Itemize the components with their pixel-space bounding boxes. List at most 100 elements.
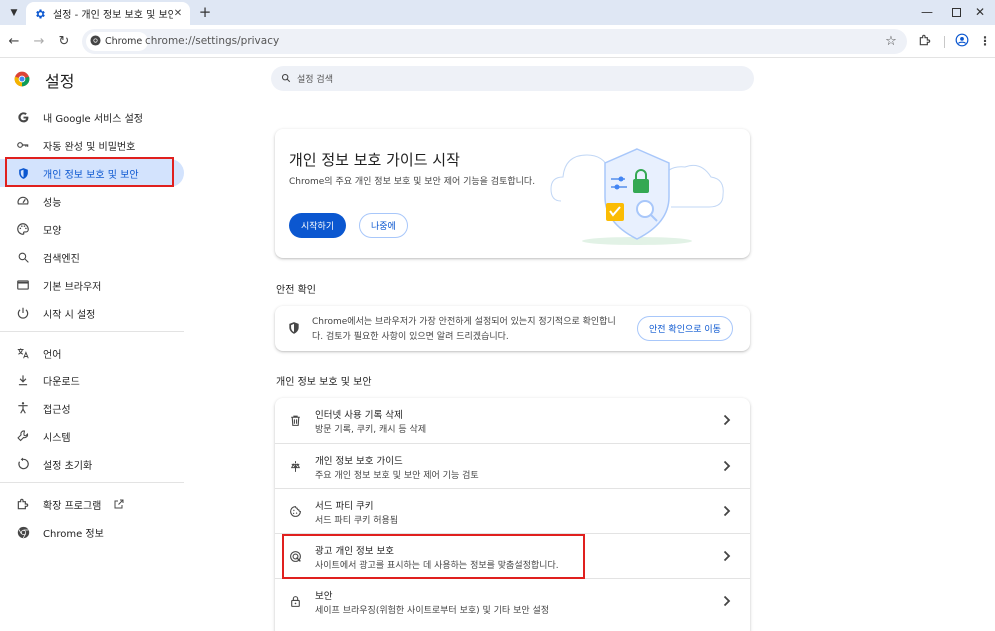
- toolbar-separator: [944, 36, 945, 48]
- speedometer-icon: [16, 194, 30, 208]
- sidebar-item-label: 내 Google 서비스 설정: [43, 113, 143, 125]
- sidebar-item-label: 기본 브라우저: [43, 281, 102, 293]
- translate-icon: [16, 346, 30, 360]
- sidebar-item-label: 검색엔진: [43, 253, 80, 265]
- browser-window-icon: [16, 278, 30, 292]
- profile-icon: [955, 33, 969, 50]
- sidebar-item-languages[interactable]: 언어: [0, 339, 184, 367]
- sidebar-item-extensions[interactable]: 확장 프로그램: [0, 490, 184, 518]
- menu-button[interactable]: ⋮: [979, 32, 991, 50]
- search-icon: [16, 250, 30, 264]
- privacy-security-heading: 개인 정보 보호 및 보안: [276, 377, 372, 388]
- open-external-icon: [113, 498, 125, 510]
- row-title: 보안: [315, 591, 333, 602]
- site-info-chip[interactable]: Chrome: [86, 32, 149, 51]
- privacy-security-card: 인터넷 사용 기록 삭제방문 기록, 쿠키, 캐시 등 삭제개인 정보 보호 가…: [275, 398, 750, 631]
- chrome-logo-icon: [14, 71, 30, 90]
- row-title: 개인 정보 보호 가이드: [315, 456, 403, 467]
- forward-button[interactable]: →: [30, 32, 48, 50]
- toolbar: ← → ↻ Chrome chrome://settings/privacy ☆…: [0, 25, 995, 58]
- tab-strip: ▼ 설정 - 개인 정보 보호 및 보안 ✕ + — ✕: [0, 0, 995, 25]
- palette-icon: [16, 222, 30, 236]
- power-icon: [16, 306, 30, 320]
- reset-icon: [16, 457, 30, 471]
- search-icon: [281, 72, 291, 86]
- minimize-button[interactable]: —: [911, 0, 943, 24]
- safety-check-button[interactable]: 안전 확인으로 이동: [637, 316, 733, 341]
- sidebar-item-autofill-passwords[interactable]: 자동 완성 및 비밀번호: [0, 131, 184, 159]
- bookmark-star-icon[interactable]: ☆: [883, 33, 899, 49]
- page-title: 설정: [45, 72, 75, 91]
- row-title: 서드 파티 쿠키: [315, 501, 374, 512]
- privacy-guide-illustration: [550, 148, 724, 245]
- sidebar-item-search-engine[interactable]: 검색엔진: [0, 243, 184, 271]
- safety-check-description: Chrome에서는 브라우저가 가장 안전하게 설정되어 있는지 정기적으로 확…: [312, 317, 616, 342]
- cookie-icon: [288, 504, 302, 518]
- sidebar-item-about-chrome[interactable]: Chrome 정보: [0, 518, 184, 546]
- sidebar-item-downloads[interactable]: 다운로드: [0, 366, 184, 394]
- highlight-box-ad-privacy: [282, 534, 585, 579]
- sidebar-item-google-services[interactable]: 내 Google 서비스 설정: [0, 103, 184, 131]
- row-third-party-cookies[interactable]: 서드 파티 쿠키서드 파티 쿠키 허용됨: [275, 488, 750, 533]
- sidebar-item-system[interactable]: 시스템: [0, 422, 184, 450]
- row-security[interactable]: 보안세이프 브라우징(위험한 사이트로부터 보호) 및 기타 보안 설정: [275, 578, 750, 623]
- safety-check-heading: 안전 확인: [276, 285, 316, 296]
- row-privacy-guide[interactable]: 개인 정보 보호 가이드주요 개인 정보 보호 및 보안 제어 기능 검토: [275, 443, 750, 488]
- sidebar-item-accessibility[interactable]: 접근성: [0, 394, 184, 422]
- close-icon[interactable]: ✕: [172, 7, 184, 19]
- accessibility-icon: [16, 401, 30, 415]
- maximize-icon: [951, 7, 961, 17]
- tab-settings[interactable]: 설정 - 개인 정보 보호 및 보안 ✕: [26, 2, 190, 25]
- sidebar-item-label: Chrome 정보: [43, 528, 104, 540]
- sidebar-divider: [0, 482, 184, 483]
- wrench-icon: [16, 429, 30, 443]
- settings-search[interactable]: 설정 검색: [271, 66, 754, 91]
- address-bar[interactable]: Chrome chrome://settings/privacy ☆: [82, 29, 907, 54]
- url-text[interactable]: chrome://settings/privacy: [145, 35, 279, 47]
- start-guide-button[interactable]: 시작하기: [289, 213, 347, 238]
- row-title: 인터넷 사용 기록 삭제: [315, 410, 403, 421]
- row-subtitle: 주요 개인 정보 보호 및 보안 제어 기능 검토: [315, 471, 479, 481]
- sidebar-item-default-browser[interactable]: 기본 브라우저: [0, 271, 184, 299]
- lock-icon: [288, 594, 302, 608]
- plus-icon: +: [198, 3, 212, 21]
- row-subtitle: 세이프 브라우징(위험한 사이트로부터 보호) 및 기타 보안 설정: [315, 606, 550, 616]
- sidebar-divider: [0, 331, 184, 332]
- reload-icon: ↻: [58, 33, 70, 49]
- row-subtitle: 서드 파티 쿠키 허용됨: [315, 516, 399, 526]
- shield-icon: [287, 321, 301, 335]
- close-window-button[interactable]: ✕: [964, 0, 995, 24]
- close-icon: ✕: [974, 5, 986, 19]
- new-tab-button[interactable]: +: [196, 3, 214, 21]
- reload-button[interactable]: ↻: [55, 32, 73, 50]
- chevron-right-icon: [721, 594, 733, 608]
- tab-title: 설정 - 개인 정보 보호 및 보안: [53, 10, 173, 21]
- later-button[interactable]: 나중에: [359, 213, 408, 238]
- sidebar-item-reset-settings[interactable]: 설정 초기화: [0, 450, 184, 478]
- sidebar-item-label: 다운로드: [43, 376, 80, 388]
- gear-icon: [34, 8, 46, 20]
- sidebar-item-performance[interactable]: 성능: [0, 187, 184, 215]
- sidebar-item-on-startup[interactable]: 시작 시 설정: [0, 299, 184, 327]
- safety-check-card: Chrome에서는 브라우저가 가장 안전하게 설정되어 있는지 정기적으로 확…: [275, 306, 750, 351]
- arrow-left-icon: ←: [8, 33, 20, 49]
- more-vert-icon: ⋮: [979, 34, 991, 48]
- google-g-icon: [16, 110, 30, 124]
- profile-button[interactable]: [953, 32, 971, 50]
- search-input[interactable]: 설정 검색: [297, 72, 333, 85]
- download-icon: [16, 373, 30, 387]
- chevron-right-icon: [721, 459, 733, 473]
- sidebar-item-label: 시작 시 설정: [43, 309, 96, 321]
- chrome-logo-icon: [90, 34, 101, 49]
- sidebar-item-appearance[interactable]: 모양: [0, 215, 184, 243]
- sidebar-item-label: 성능: [43, 197, 62, 209]
- puzzle-icon: [918, 33, 932, 50]
- sidebar-item-label: 시스템: [43, 432, 71, 444]
- back-button[interactable]: ←: [5, 32, 23, 50]
- minimize-icon: —: [921, 5, 933, 19]
- row-clear-browsing-data[interactable]: 인터넷 사용 기록 삭제방문 기록, 쿠키, 캐시 등 삭제: [275, 398, 750, 443]
- sidebar-item-label: 설정 초기화: [43, 460, 93, 472]
- extensions-button[interactable]: [916, 32, 934, 50]
- tab-search-button[interactable]: ▼: [5, 4, 23, 22]
- row-subtitle: 방문 기록, 쿠키, 캐시 등 삭제: [315, 425, 427, 435]
